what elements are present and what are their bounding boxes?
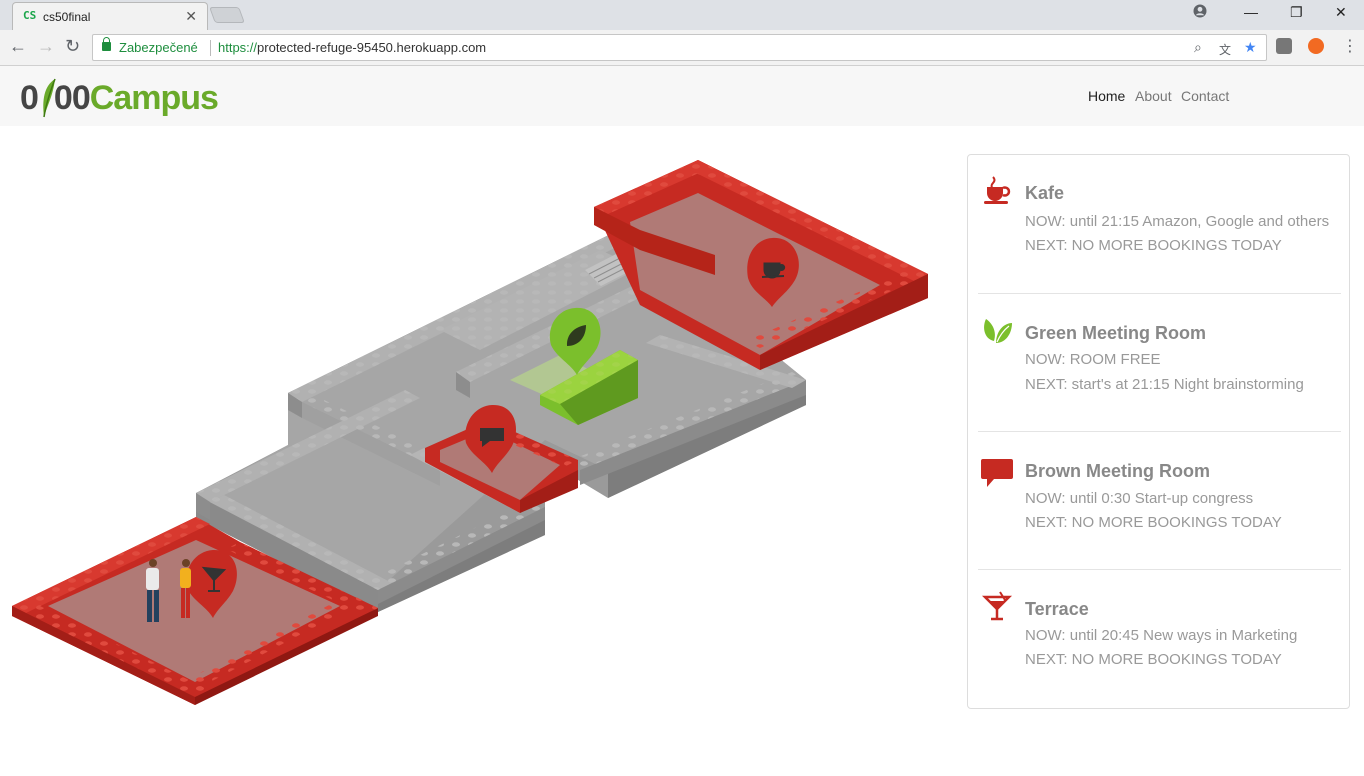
campus-floor-map (12, 160, 928, 705)
forward-icon[interactable]: → (37, 36, 55, 57)
room-next-status: NEXT: NO MORE BOOKINGS TODAY (1025, 514, 1282, 531)
close-window-icon[interactable]: ✕ (1335, 4, 1347, 21)
translate-icon[interactable]: 文 (1219, 41, 1231, 58)
nav-about-link[interactable]: About (1135, 88, 1172, 104)
room-name: Kafe (1025, 183, 1065, 203)
bookmark-star-icon[interactable]: ★ (1244, 39, 1257, 56)
room-name: Green Meeting Room (1025, 323, 1207, 343)
leaf-icon (984, 319, 1012, 343)
logo-leaf-icon (43, 78, 56, 118)
room-next-status: NEXT: start's at 21:15 Night brainstormi… (1025, 376, 1304, 393)
room-name: Brown Meeting Room (1025, 461, 1210, 481)
room-divider (978, 431, 1341, 432)
room-now-status: NOW: until 0:30 Start-up congress (1025, 490, 1254, 507)
extension-orange-icon[interactable] (1308, 38, 1324, 54)
url-host: protected-refuge-95450.herokuapp.com (257, 40, 487, 55)
browser-menu-icon[interactable]: ⋮ (1342, 36, 1358, 56)
reload-icon[interactable]: ↻ (65, 36, 80, 57)
browser-tab[interactable]: CS cs50final ✕ (12, 2, 208, 30)
tab-favicon-icon: CS (23, 9, 37, 22)
minimize-icon[interactable]: — (1244, 4, 1258, 20)
browser-tabstrip: CS cs50final ✕ — ❐ ✕ (0, 0, 1364, 30)
coffee-cup-icon (984, 176, 1011, 204)
room-divider (978, 569, 1341, 570)
extension-pocket-icon[interactable] (1276, 38, 1292, 54)
restore-icon[interactable]: ❐ (1290, 4, 1303, 21)
room-next-status: NEXT: NO MORE BOOKINGS TODAY (1025, 237, 1282, 254)
cocktail-glass-icon (981, 591, 1013, 621)
room-status-panel: Kafe NOW: until 21:15 Amazon, Google and… (967, 154, 1350, 709)
zoom-icon[interactable]: ⌕ (1194, 39, 1202, 56)
url-text[interactable]: https://protected-refuge-95450.herokuapp… (218, 40, 486, 55)
secure-label: Zabezpečené (119, 40, 198, 55)
url-scheme: https:// (218, 40, 258, 55)
browser-toolbar: ← → ↻ Zabezpečené https://protected-refu… (0, 30, 1364, 66)
address-bar[interactable]: Zabezpečené https://protected-refuge-954… (92, 34, 1267, 61)
room-name: Terrace (1025, 599, 1089, 619)
room-now-status: NOW: until 21:15 Amazon, Google and othe… (1025, 213, 1330, 230)
tab-close-icon[interactable]: ✕ (185, 8, 197, 25)
back-icon[interactable]: ← (9, 36, 27, 57)
room-now-status: NOW: until 20:45 New ways in Marketing (1025, 627, 1298, 644)
nav-home-link[interactable]: Home (1088, 88, 1125, 104)
tab-title: cs50final (43, 10, 91, 24)
lock-icon (102, 37, 111, 51)
room-now-status: NOW: ROOM FREE (1025, 351, 1161, 368)
room-next-status: NEXT: NO MORE BOOKINGS TODAY (1025, 651, 1282, 668)
profile-icon[interactable] (1193, 4, 1207, 21)
site-logo[interactable]: 0 00Campus (20, 76, 219, 120)
address-separator (210, 40, 211, 56)
room-divider (978, 293, 1341, 294)
speech-bubble-icon (981, 459, 1013, 487)
nav-contact-link[interactable]: Contact (1181, 88, 1229, 104)
new-tab-button[interactable] (209, 7, 245, 23)
